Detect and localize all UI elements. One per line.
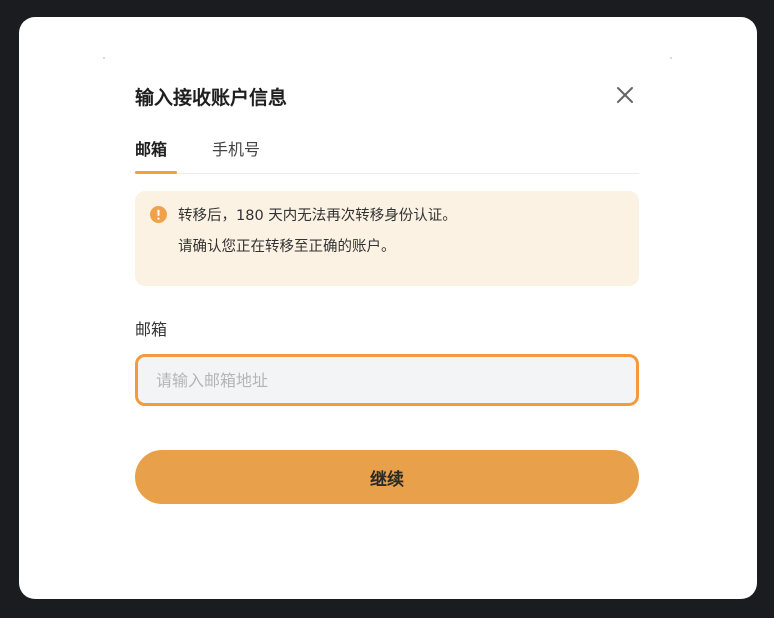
warning-circle-icon [150, 206, 167, 223]
notice-text-line-1: 转移后，180 天内无法再次转移身份认证。 [178, 208, 457, 224]
decorative-dot [670, 57, 672, 59]
tab-phone[interactable]: 手机号 [212, 135, 260, 173]
close-button[interactable] [613, 83, 637, 107]
transfer-account-dialog: 输入接收账户信息 邮箱 手机号 转移后，180 天内无法再次转移身份认证。 请确… [19, 17, 757, 599]
decorative-dot [103, 57, 105, 59]
notice-text-line-2: 请确认您正在转移至正确的账户。 [178, 239, 396, 255]
continue-button[interactable]: 继续 [135, 450, 639, 504]
email-input[interactable] [135, 354, 639, 406]
dialog-title: 输入接收账户信息 [135, 87, 288, 109]
email-field-label: 邮箱 [135, 320, 168, 339]
dialog-content: 输入接收账户信息 邮箱 手机号 转移后，180 天内无法再次转移身份认证。 请确… [135, 17, 639, 599]
warning-notice: 转移后，180 天内无法再次转移身份认证。 请确认您正在转移至正确的账户。 [135, 191, 639, 286]
tab-bar: 邮箱 手机号 [135, 135, 639, 174]
tab-email[interactable]: 邮箱 [135, 135, 178, 174]
close-icon [617, 87, 633, 103]
